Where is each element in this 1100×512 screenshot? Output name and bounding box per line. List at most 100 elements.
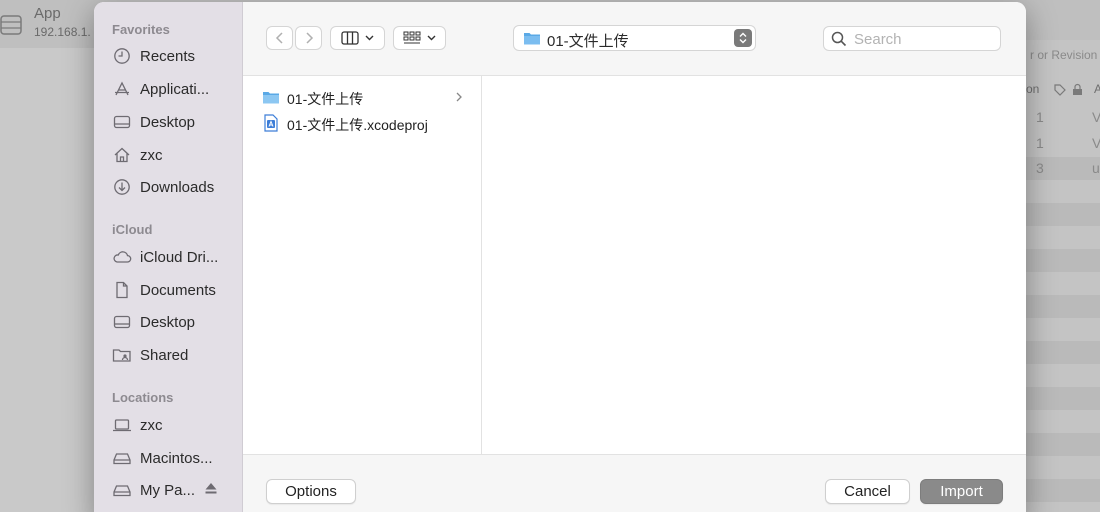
search-input[interactable] [854,29,994,49]
tag-icon [1054,84,1066,96]
background-table: r or Revision on A 1V 1V 3u [1026,40,1100,512]
sidebar-item-label: zxc [140,146,163,164]
sidebar-item-label: Downloads [140,178,215,196]
document-icon [112,280,132,300]
file-name: 01-文件上传.xcodeproj [287,117,428,133]
drive-icon [112,480,132,500]
download-icon [112,177,132,197]
file-column: 01-文件上传 01-文件上传.xcodeproj [243,76,482,454]
background-hint: r or Revision [1030,48,1098,62]
popup-stepper-icon [734,29,752,47]
chevron-right-icon [305,32,313,44]
sidebar-item-icloud-desktop[interactable]: Desktop [112,309,237,335]
background-row [1026,433,1100,456]
options-button[interactable]: Options [266,479,356,504]
sidebar-item-applications[interactable]: Applicati... [112,76,237,102]
folder-icon [524,33,540,45]
background-row [1026,249,1100,272]
background-row [1026,203,1100,226]
folder-icon [263,92,279,104]
path-popup[interactable]: 01-文件上传 [513,25,756,51]
background-table-header: on A [1026,78,1100,102]
chevron-down-icon [427,35,436,41]
background-row [1026,341,1100,364]
background-app-name: App [34,5,61,22]
background-row: 1V [1036,135,1100,151]
sidebar-item-label: iCloud Dri... [140,248,219,266]
background-row: 3u [1026,157,1100,180]
chevron-left-icon [275,32,283,44]
sidebar-item-label: Desktop [140,313,196,331]
background-row [1026,272,1100,295]
sidebar-item-computer[interactable]: zxc [112,412,237,438]
sidebar-item-home[interactable]: zxc [112,142,237,168]
sidebar-item-my-passport[interactable]: My Pa... [112,477,197,503]
grid-icon [403,31,421,44]
group-button[interactable] [393,26,446,50]
cancel-button[interactable]: Cancel [825,479,910,504]
sidebar-item-label: Shared [140,346,189,364]
background-row [1026,410,1100,433]
clock-icon [112,46,132,66]
background-row [1026,387,1100,410]
background-row [1026,226,1100,249]
preview-column [483,76,1026,454]
eject-icon[interactable] [204,481,218,495]
chevron-right-icon [456,92,462,102]
background-row [1026,180,1100,203]
server-icon [0,15,22,35]
background-row [1026,479,1100,502]
background-app-ip: 192.168.1. [34,25,91,39]
search-icon [831,31,847,47]
sidebar-section-locations: Locations [112,390,174,405]
applications-icon [112,79,132,99]
background-row [1026,318,1100,341]
shared-folder-icon [112,345,132,365]
background-header-col: A [1094,82,1100,96]
dialog-toolbar: 01-文件上传 [243,2,1026,76]
sidebar-item-recents[interactable]: Recents [112,43,237,69]
sidebar-item-downloads[interactable]: Downloads [112,174,237,200]
xcodeproj-icon [264,114,278,132]
view-mode-button[interactable] [330,26,385,50]
home-icon [112,145,132,165]
import-dialog: Favorites Recents Applicati... Desktop z… [94,2,1026,512]
sidebar-item-label: Desktop [140,113,196,131]
import-button[interactable]: Import [920,479,1003,504]
sidebar-section-icloud: iCloud [112,222,153,237]
search-field[interactable] [823,26,1001,51]
sidebar-item-label: Recents [140,47,196,65]
background-header-text: on [1026,82,1040,96]
sidebar-item-label: Applicati... [140,80,210,98]
sidebar-section-favorites: Favorites [112,22,170,37]
dialog-footer: Options Cancel Import [243,454,1026,512]
lock-icon [1073,83,1082,95]
back-button[interactable] [266,26,293,50]
sidebar-item-documents[interactable]: Documents [112,277,237,303]
chevron-down-icon [365,35,374,41]
sidebar-item-label: My Pa... [140,481,196,499]
background-row: 1V [1036,109,1100,125]
drive-icon [112,448,132,468]
sidebar-item-desktop[interactable]: Desktop [112,109,237,135]
columns-view-icon [341,31,359,45]
laptop-icon [112,415,132,435]
background-row [1026,364,1100,387]
file-name: 01-文件上传 [287,91,364,107]
desktop-icon [112,112,132,132]
sidebar-item-label: zxc [140,416,163,434]
file-row-xcodeproj[interactable]: 01-文件上传.xcodeproj [243,111,482,135]
sidebar-item-icloud-drive[interactable]: iCloud Dri... [112,244,237,270]
file-row-folder[interactable]: 01-文件上传 [243,85,482,109]
sidebar: Favorites Recents Applicati... Desktop z… [94,2,243,512]
desktop-icon [112,312,132,332]
background-row [1026,295,1100,318]
cloud-icon [112,247,132,267]
path-label: 01-文件上传 [547,33,629,50]
sidebar-item-label: Documents [140,281,216,299]
sidebar-item-macintosh-hd[interactable]: Macintos... [112,445,237,471]
sidebar-item-shared[interactable]: Shared [112,342,237,368]
background-row [1026,456,1100,479]
forward-button[interactable] [295,26,322,50]
sidebar-item-label: Macintos... [140,449,213,467]
